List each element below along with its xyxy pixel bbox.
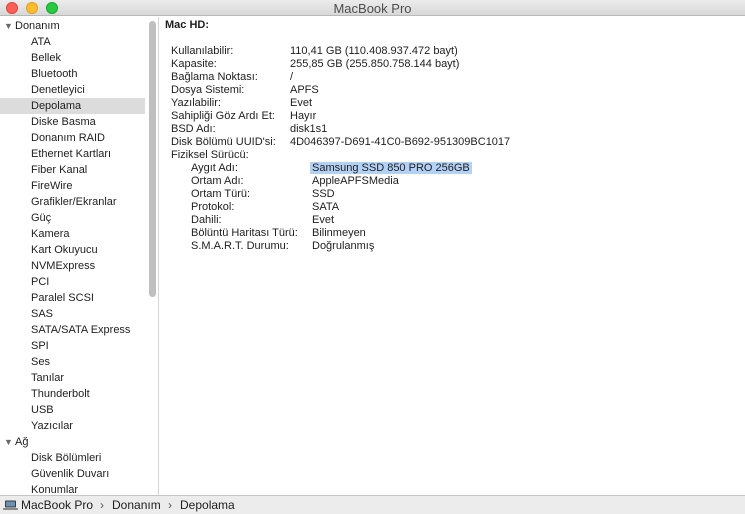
drive-property-value[interactable]: SSD (312, 188, 335, 201)
drive-property-text[interactable]: AppleAPFSMedia (312, 175, 399, 187)
sidebar-item[interactable]: SPI (0, 338, 145, 354)
title-bar: MacBook Pro (0, 0, 745, 16)
sidebar-group-0[interactable]: ▼ Donanım (4, 18, 60, 34)
drive-property-text[interactable]: SATA (312, 201, 339, 213)
sidebar-item[interactable]: PCI (0, 274, 145, 290)
sidebar-item[interactable]: Grafikler/Ekranlar (0, 194, 145, 210)
drive-property-value[interactable]: Doğrulanmış (312, 240, 374, 253)
sidebar-item[interactable]: NVMExpress (0, 258, 145, 274)
property-key: Yazılabilir: (171, 97, 221, 109)
sidebar-item[interactable]: Bellek (0, 50, 145, 66)
chevron-right-icon: › (100, 498, 104, 512)
window-title: MacBook Pro (333, 1, 412, 16)
sidebar-item[interactable]: FireWire (0, 178, 145, 194)
property-value[interactable]: 255,85 GB (255.850.758.144 bayt) (290, 58, 459, 71)
sidebar-group-label: Ağ (15, 436, 29, 448)
detail-pane: Mac HD: Kullanılabilir: 110,41 GB (110.40… (160, 17, 745, 495)
property-key: Sahipliği Göz Ardı Et: (171, 110, 275, 122)
property-key: Fiziksel Sürücü: (171, 149, 249, 161)
sidebar-item[interactable]: Ethernet Kartları (0, 146, 145, 162)
property-value[interactable]: 110,41 GB (110.408.937.472 bayt) (290, 45, 458, 58)
property-key: Dosya Sistemi: (171, 84, 245, 96)
sidebar-item[interactable]: Fiber Kanal (0, 162, 145, 178)
sidebar-group-1[interactable]: ▼ Ağ (4, 434, 28, 450)
property-value[interactable]: Evet (290, 97, 312, 110)
drive-property-text[interactable]: Bilinmeyen (312, 227, 366, 239)
drive-property-key: Dahili: (191, 214, 222, 226)
crumb-computer[interactable]: MacBook Pro (21, 496, 93, 514)
sidebar-item[interactable]: SAS (0, 306, 145, 322)
property-value[interactable]: 4D046397-D691-41C0-B692-951309BC1017 (290, 136, 510, 149)
drive-property-key: S.M.A.R.T. Durumu: (191, 240, 289, 252)
sidebar-item[interactable]: Güç (0, 210, 145, 226)
sidebar-item[interactable]: Denetleyici (0, 82, 145, 98)
sidebar-item[interactable]: Depolama (0, 98, 145, 114)
drive-property-key: Ortam Türü: (191, 188, 251, 200)
drive-property-key: Protokol: (191, 201, 235, 213)
chevron-right-icon: › (168, 498, 172, 512)
drive-property-value[interactable]: SATA (312, 201, 339, 214)
drive-property-key: Aygıt Adı: (191, 162, 238, 174)
sidebar-item[interactable]: Ses (0, 354, 145, 370)
crumb-section[interactable]: Depolama (180, 496, 235, 514)
sidebar-item[interactable]: Kamera (0, 226, 145, 242)
sidebar[interactable]: ▼ Donanım ATA Bellek Bluetooth Denetleyici Dep… (0, 17, 159, 495)
path-bar: MacBook Pro › Donanım › Depolama (0, 495, 745, 514)
drive-property-text[interactable]: SSD (312, 188, 335, 200)
property-value[interactable]: / (290, 71, 293, 84)
scroll-thumb[interactable] (149, 21, 156, 297)
drive-property-value[interactable]: Bilinmeyen (312, 227, 366, 240)
sidebar-item[interactable]: Thunderbolt (0, 386, 145, 402)
property-value[interactable]: disk1s1 (290, 123, 327, 136)
sidebar-item[interactable]: ATA (0, 34, 145, 50)
sidebar-item[interactable]: Yazıcılar (0, 418, 145, 434)
disclosure-triangle-icon[interactable]: ▼ (4, 434, 15, 450)
sidebar-item[interactable]: Disk Bölümleri (0, 450, 145, 466)
sidebar-item[interactable]: Donanım RAID (0, 130, 145, 146)
property-key: BSD Adı: (171, 123, 216, 135)
drive-property-value[interactable]: Evet (312, 214, 334, 227)
sidebar-item[interactable]: Diske Basma (0, 114, 145, 130)
drive-property-value[interactable]: Samsung SSD 850 PRO 256GB (310, 162, 472, 175)
property-value[interactable]: APFS (290, 84, 319, 97)
property-key: Kullanılabilir: (171, 45, 234, 57)
sidebar-item[interactable]: Kart Okuyucu (0, 242, 145, 258)
drive-property-text[interactable]: Doğrulanmış (312, 240, 374, 252)
sidebar-item[interactable]: Konumlar (0, 482, 145, 495)
crumb-category[interactable]: Donanım (112, 496, 161, 514)
drive-property-text[interactable]: Evet (312, 214, 334, 226)
laptop-icon (3, 500, 18, 510)
sidebar-item[interactable]: SATA/SATA Express (0, 322, 145, 338)
property-value[interactable]: Hayır (290, 110, 316, 123)
sidebar-item[interactable]: Bluetooth (0, 66, 145, 82)
property-key: Kapasite: (171, 58, 217, 70)
volume-heading: Mac HD: (165, 19, 210, 31)
sidebar-scrollbar[interactable] (147, 17, 157, 495)
drive-property-key: Ortam Adı: (191, 175, 244, 187)
selected-text[interactable]: Samsung SSD 850 PRO 256GB (310, 162, 472, 174)
disclosure-triangle-icon[interactable]: ▼ (4, 18, 15, 34)
property-key: Disk Bölümü UUID'si: (171, 136, 276, 148)
drive-property-value[interactable]: AppleAPFSMedia (312, 175, 399, 188)
sidebar-item[interactable]: Tanılar (0, 370, 145, 386)
sidebar-group-label: Donanım (15, 20, 60, 32)
sidebar-item[interactable]: Güvenlik Duvarı (0, 466, 145, 482)
drive-property-key: Bölüntü Haritası Türü: (191, 227, 298, 239)
sidebar-item[interactable]: USB (0, 402, 145, 418)
property-key: Bağlama Noktası: (171, 71, 258, 83)
sidebar-item[interactable]: Paralel SCSI (0, 290, 145, 306)
